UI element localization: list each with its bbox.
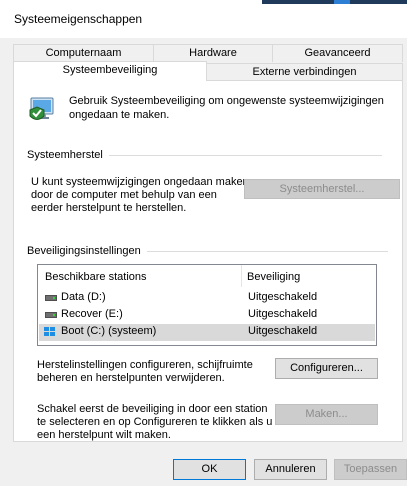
apply-button[interactable]: Toepassen <box>334 459 407 480</box>
restore-desc-line1: U kunt systeemwijzigingen ongedaan maken <box>31 176 249 188</box>
background-taskbar-strip <box>262 0 407 4</box>
drive-status: Uitgeschakeld <box>248 291 318 303</box>
restore-desc-line3: eerder herstelpunt te herstellen. <box>31 202 187 214</box>
drive-status: Uitgeschakeld <box>248 325 318 337</box>
restore-description: U kunt systeemwijzigingen ongedaan maken… <box>31 176 249 215</box>
restore-desc-line2: door de computer met behulp van een <box>31 189 217 201</box>
table-row-data[interactable]: Data (D:) Uitgeschakeld <box>39 290 375 307</box>
configure-desc-line1: Herstelinstellingen configureren, schijf… <box>37 359 253 371</box>
window-title: Systeemeigenschappen <box>14 12 143 26</box>
configure-desc-line2: beheren en herstelpunten verwijderen. <box>37 372 225 384</box>
create-description: Schakel eerst de beveiliging in door een… <box>37 403 272 442</box>
create-desc-line1: Schakel eerst de beveiliging in door een… <box>37 403 268 415</box>
column-header-beveiliging[interactable]: Beveiliging <box>247 271 300 283</box>
drive-name: Recover (E:) <box>61 308 123 320</box>
column-header-stations[interactable]: Beschikbare stations <box>45 271 147 283</box>
table-row-boot[interactable]: Boot (C:) (systeem) Uitgeschakeld <box>39 324 375 341</box>
drive-icon <box>45 295 57 302</box>
tab-externe-verbindingen[interactable]: Externe verbindingen <box>206 63 403 81</box>
intro-text-line1: Gebruik Systeembeveiliging om ongewenste… <box>69 95 384 107</box>
list-header: Beschikbare stations Beveiliging <box>38 265 376 287</box>
table-row-recover[interactable]: Recover (E:) Uitgeschakeld <box>39 307 375 324</box>
tab-panel <box>13 80 403 442</box>
create-desc-line3: een herstelpunt wilt maken. <box>37 429 171 441</box>
drives-listbox[interactable]: Beschikbare stations Beveiliging Data (D… <box>37 264 377 346</box>
windows-drive-icon <box>44 327 57 339</box>
protection-group-header: Beveiligingsinstellingen <box>27 245 388 259</box>
tab-systeembeveiliging[interactable]: Systeembeveiliging <box>13 61 207 81</box>
configure-button[interactable]: Configureren... <box>275 358 378 379</box>
tab-hardware[interactable]: Hardware <box>153 44 273 62</box>
intro-text: Gebruik Systeembeveiliging om ongewenste… <box>69 94 384 122</box>
column-separator[interactable] <box>241 265 242 287</box>
configure-description: Herstelinstellingen configureren, schijf… <box>37 359 253 385</box>
tab-geavanceerd[interactable]: Geavanceerd <box>272 44 403 62</box>
drive-status: Uitgeschakeld <box>248 308 318 320</box>
restore-group-header: Systeemherstel <box>27 149 382 163</box>
create-desc-line2: te selecteren en op Configureren te klik… <box>37 416 273 428</box>
cancel-button[interactable]: Annuleren <box>254 459 327 480</box>
drive-icon <box>45 312 57 319</box>
protection-group-title: Beveiligingsinstellingen <box>27 245 147 257</box>
restore-group-title: Systeemherstel <box>27 149 109 161</box>
create-button[interactable]: Maken... <box>275 404 378 425</box>
ok-button[interactable]: OK <box>173 459 246 480</box>
system-restore-button[interactable]: Systeemherstel... <box>244 179 400 199</box>
system-protection-icon <box>27 92 59 124</box>
drive-name: Data (D:) <box>61 291 106 303</box>
tab-computernaam[interactable]: Computernaam <box>13 44 154 62</box>
drive-name: Boot (C:) (systeem) <box>61 325 157 337</box>
intro-text-line2: ongedaan te maken. <box>69 109 170 121</box>
